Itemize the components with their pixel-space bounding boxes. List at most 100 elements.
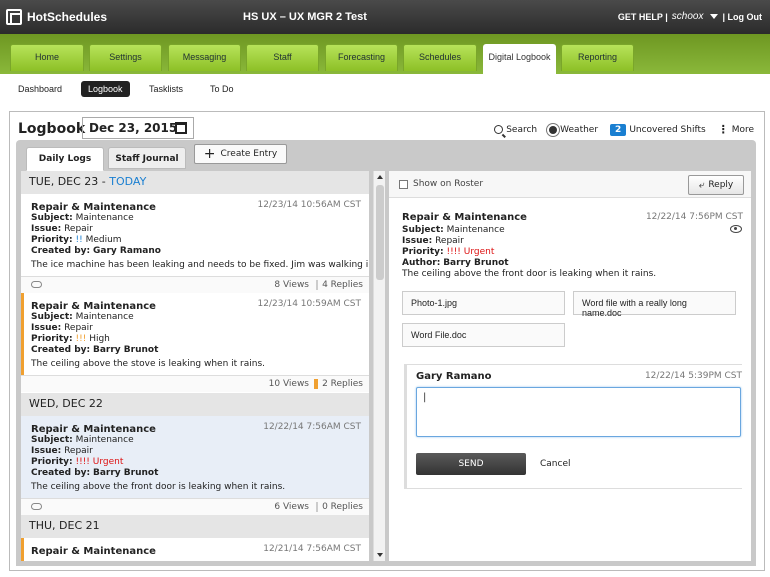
toolbar: Search Weather 2 Uncovered Shifts ⋮ More bbox=[494, 123, 754, 136]
logbook-panel: Daily Logs Staff Journal + Create Entry … bbox=[16, 140, 756, 566]
subnav-dashboard[interactable]: Dashboard bbox=[18, 84, 62, 94]
page-title: Logbook bbox=[18, 121, 86, 137]
reply-input[interactable]: | bbox=[416, 387, 741, 437]
comment-author: Gary Ramano bbox=[416, 371, 492, 382]
main-nav: Home Settings Messaging Staff Forecastin… bbox=[0, 34, 770, 74]
reply-composer: Gary Ramano 12/22/14 5:39PM CST | SEND C… bbox=[404, 364, 742, 489]
list-item[interactable]: Repair & Maintenance 12/22/14 7:56AM CST… bbox=[21, 416, 369, 498]
replies-count[interactable]: 2 Replies bbox=[314, 379, 363, 389]
tab-settings[interactable]: Settings bbox=[89, 44, 162, 71]
weather-label: Weather bbox=[560, 124, 599, 135]
uncovered-label: Uncovered Shifts bbox=[629, 124, 706, 135]
reply-label: Reply bbox=[708, 180, 734, 190]
entry-creator: Created by: Barry Brunot bbox=[31, 345, 159, 355]
more-vertical-icon: ⋮ bbox=[717, 123, 729, 136]
list-item[interactable]: Repair & Maintenance 12/23/14 10:56AM CS… bbox=[21, 194, 369, 276]
logbook-container: Logbook Dec 23, 2015 Search Weather 2 Un… bbox=[9, 111, 765, 571]
calendar-icon[interactable] bbox=[175, 122, 187, 134]
weather-button[interactable]: Weather bbox=[549, 125, 598, 135]
entry-footer: 8 Views 4 Replies bbox=[21, 276, 369, 293]
subnav-logbook[interactable]: Logbook bbox=[81, 81, 130, 97]
entry-time: 12/23/14 10:56AM CST bbox=[257, 200, 362, 210]
create-entry-label: Create Entry bbox=[220, 149, 278, 159]
uncovered-count-badge: 2 bbox=[610, 123, 627, 136]
day-header: TUE, DEC 23 - TODAY bbox=[21, 171, 369, 194]
entry-time: 12/22/14 7:56AM CST bbox=[263, 422, 361, 432]
tab-staff[interactable]: Staff bbox=[246, 44, 319, 71]
entry-issue: Issue: Repair bbox=[31, 323, 93, 333]
tab-daily-logs[interactable]: Daily Logs bbox=[26, 147, 104, 171]
detail-time: 12/22/14 7:56PM CST bbox=[645, 212, 743, 222]
entry-priority: Priority: !!! High bbox=[31, 334, 110, 344]
detail-subject: Subject: Maintenance bbox=[402, 225, 505, 235]
entry-body: The ceiling above the front door is leak… bbox=[31, 482, 286, 492]
attachment-photo[interactable]: Photo-1.jpg bbox=[402, 291, 565, 315]
reply-button[interactable]: ⤶ Reply bbox=[688, 175, 744, 195]
tab-digital-logbook[interactable]: Digital Logbook bbox=[483, 44, 556, 74]
logout-link[interactable]: | Log Out bbox=[722, 12, 762, 22]
attachment-word-doc[interactable]: Word File.doc bbox=[402, 323, 565, 347]
replies-count[interactable]: 4 Replies bbox=[316, 280, 363, 290]
entry-priority: Priority: !!!! Urgent bbox=[31, 457, 124, 467]
attachment-long-doc[interactable]: Word file with a really long name.doc bbox=[573, 291, 736, 318]
detail-issue: Issue: Repair bbox=[402, 236, 464, 246]
entry-issue: Issue: Repair bbox=[31, 224, 93, 234]
chevron-down-icon[interactable] bbox=[710, 14, 719, 19]
tab-home[interactable]: Home bbox=[10, 44, 84, 71]
sub-nav: Dashboard Logbook Tasklists To Do bbox=[0, 74, 770, 108]
detail-author: Author: Barry Brunot bbox=[402, 258, 509, 268]
entry-body: The ceiling above the stove is leaking w… bbox=[31, 359, 266, 369]
date-value: Dec 23, 2015 bbox=[89, 121, 178, 135]
views-count: 10 Views bbox=[268, 379, 309, 389]
date-picker[interactable]: Dec 23, 2015 bbox=[82, 117, 194, 139]
plus-icon: + bbox=[203, 146, 216, 162]
replies-count[interactable]: 0 Replies bbox=[316, 502, 363, 512]
eye-icon[interactable] bbox=[730, 225, 742, 233]
show-on-roster-label: Show on Roster bbox=[413, 179, 484, 189]
uncovered-shifts-button[interactable]: 2 Uncovered Shifts bbox=[610, 123, 706, 136]
search-button[interactable]: Search bbox=[494, 125, 537, 135]
entry-footer: 10 Views 2 Replies bbox=[21, 375, 369, 392]
scroll-thumb[interactable] bbox=[376, 185, 384, 280]
subnav-tasklists[interactable]: Tasklists bbox=[149, 84, 183, 94]
entry-detail: Show on Roster ⤶ Reply Repair & Maintena… bbox=[389, 171, 751, 561]
scroll-down-icon[interactable] bbox=[377, 553, 383, 557]
entry-subject: Subject: Maintenance bbox=[31, 213, 134, 223]
search-label: Search bbox=[506, 124, 538, 135]
entry-footer: 6 Views 0 Replies bbox=[21, 498, 369, 515]
views-count: 8 Views bbox=[274, 280, 309, 290]
entry-subject: Subject: Maintenance bbox=[31, 312, 134, 322]
list-item[interactable]: Repair & Maintenance 12/23/14 10:59AM CS… bbox=[21, 293, 369, 375]
search-icon bbox=[494, 125, 504, 134]
top-bar: HotSchedules HS UX – UX MGR 2 Test GET H… bbox=[0, 0, 770, 34]
tab-messaging[interactable]: Messaging bbox=[168, 44, 241, 71]
list-item[interactable]: Repair & Maintenance 12/21/14 7:56AM CST bbox=[21, 538, 369, 561]
create-entry-button[interactable]: + Create Entry bbox=[194, 144, 287, 164]
tab-reporting[interactable]: Reporting bbox=[561, 44, 634, 71]
views-count: 6 Views bbox=[274, 502, 309, 512]
subnav-todo[interactable]: To Do bbox=[210, 84, 234, 94]
entry-body: The ice machine has been leaking and nee… bbox=[31, 260, 369, 270]
day-label: WED, DEC 22 bbox=[29, 397, 103, 410]
show-on-roster-checkbox[interactable] bbox=[399, 180, 408, 189]
sun-icon bbox=[549, 125, 558, 134]
top-links: GET HELP | schoox | Log Out bbox=[618, 11, 762, 22]
app-title: HS UX – UX MGR 2 Test bbox=[243, 11, 367, 23]
comment-time: 12/22/14 5:39PM CST bbox=[644, 371, 742, 381]
cancel-link[interactable]: Cancel bbox=[540, 459, 571, 469]
send-button[interactable]: SEND bbox=[416, 453, 526, 475]
reply-icon: ⤶ bbox=[698, 179, 705, 191]
list-scrollbar[interactable] bbox=[373, 171, 385, 561]
entry-time: 12/21/14 7:56AM CST bbox=[263, 544, 361, 554]
detail-toolbar: Show on Roster ⤶ Reply bbox=[389, 171, 751, 198]
day-label: THU, DEC 21 bbox=[29, 519, 100, 532]
tab-staff-journal[interactable]: Staff Journal bbox=[108, 147, 186, 169]
tab-forecasting[interactable]: Forecasting bbox=[325, 44, 398, 71]
schoox-link[interactable]: schoox bbox=[672, 11, 704, 22]
attachment-icon bbox=[31, 503, 42, 510]
scroll-up-icon[interactable] bbox=[377, 175, 383, 179]
tab-schedules[interactable]: Schedules bbox=[403, 44, 477, 71]
get-help-link[interactable]: GET HELP | bbox=[618, 12, 668, 22]
more-button[interactable]: ⋮ More bbox=[718, 123, 754, 136]
entry-creator: Created by: Barry Brunot bbox=[31, 468, 159, 478]
